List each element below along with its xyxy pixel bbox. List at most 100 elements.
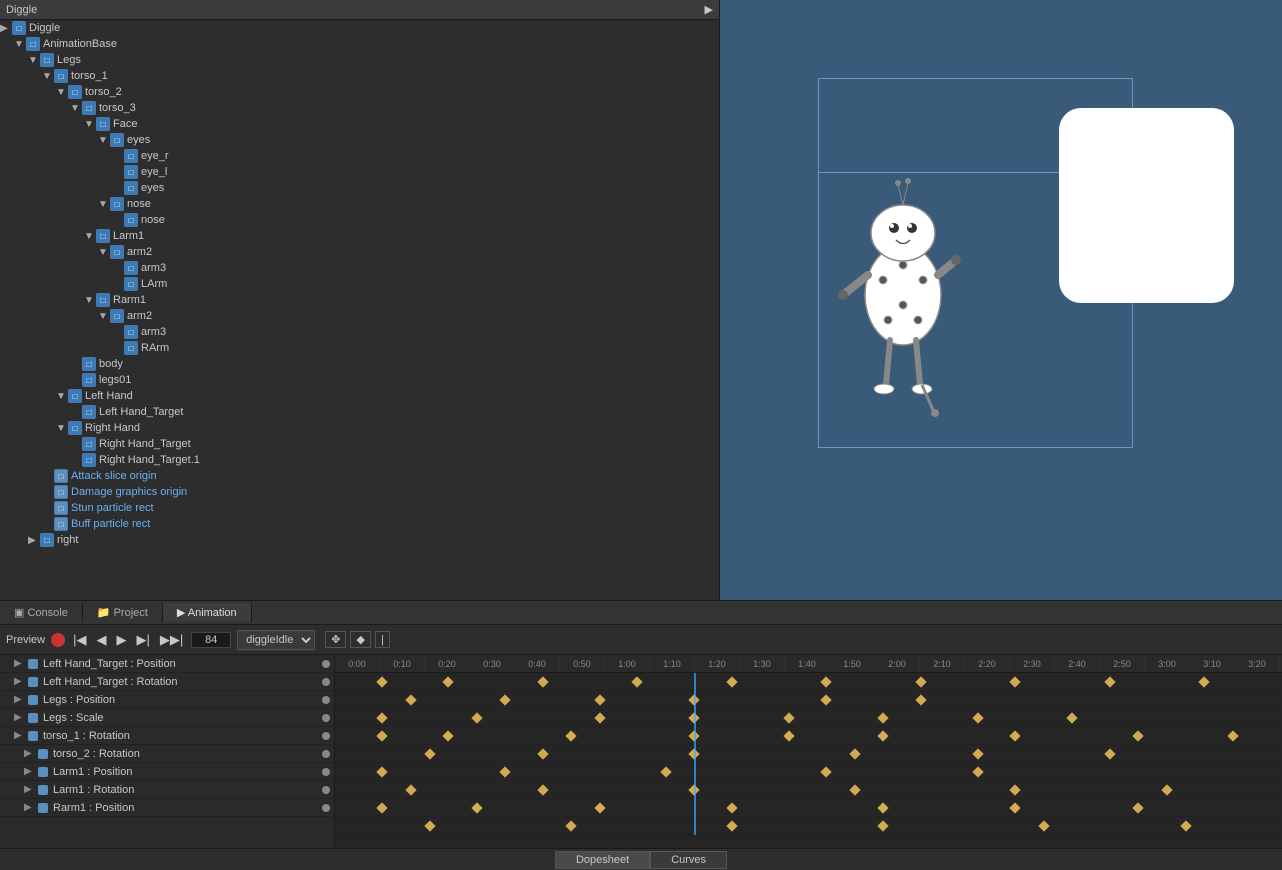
keyframe-diamond[interactable] <box>377 802 388 813</box>
tree-item-damage-graphics[interactable]: □ Damage graphics origin <box>0 484 719 500</box>
keyframe-diamond[interactable] <box>1010 802 1021 813</box>
keyframe-diamond[interactable] <box>424 820 435 831</box>
keyframe-diamond[interactable] <box>1038 820 1049 831</box>
tree-item-eye_r[interactable]: □ eye_r <box>0 148 719 164</box>
tree-item-face[interactable]: ▼ □ Face <box>0 116 719 132</box>
keyframe-diamond[interactable] <box>877 712 888 723</box>
keyframe-diamond[interactable] <box>972 766 983 777</box>
keyframe-diamond[interactable] <box>566 730 577 741</box>
tree-item-right[interactable]: ▶ □ right <box>0 532 719 548</box>
keyframe-diamond[interactable] <box>849 748 860 759</box>
keyframe-diamond[interactable] <box>726 802 737 813</box>
keyframe-diamond[interactable] <box>1010 676 1021 687</box>
tree-item-larm[interactable]: □ LArm <box>0 276 719 292</box>
keyframe-diamond[interactable] <box>537 676 548 687</box>
keyframe-diamond[interactable] <box>783 730 794 741</box>
track-row-5[interactable]: ▶ torso_2 : Rotation <box>0 745 334 763</box>
keyframe-diamond[interactable] <box>499 766 510 777</box>
hierarchy-scroll[interactable]: ▶ □ Diggle ▼ □ AnimationBase ▼ □ Legs ▼ … <box>0 20 719 596</box>
keyframe-diamond[interactable] <box>377 766 388 777</box>
track-row-0[interactable]: ▶ Left Hand_Target : Position <box>0 655 334 673</box>
keyframe-diamond[interactable] <box>632 676 643 687</box>
tree-item-eye_l[interactable]: □ eye_l <box>0 164 719 180</box>
keyframe-diamond[interactable] <box>877 820 888 831</box>
keyframe-diamond[interactable] <box>594 712 605 723</box>
keyframe-diamond[interactable] <box>915 676 926 687</box>
keyframe-diamond[interactable] <box>877 802 888 813</box>
tree-item-nose[interactable]: □ nose <box>0 212 719 228</box>
tree-item-stun-particle[interactable]: □ Stun particle rect <box>0 500 719 516</box>
keyframe-diamond[interactable] <box>1104 676 1115 687</box>
tree-item-body[interactable]: □ body <box>0 356 719 372</box>
next-frame-button[interactable]: ▶| <box>135 632 152 648</box>
track-row-1[interactable]: ▶ Left Hand_Target : Rotation <box>0 673 334 691</box>
tree-item-torso_2[interactable]: ▼ □ torso_2 <box>0 84 719 100</box>
keyframe-diamond[interactable] <box>443 676 454 687</box>
keyframe-diamond[interactable] <box>660 766 671 777</box>
tree-item-rarm[interactable]: □ RArm <box>0 340 719 356</box>
keyframe-diamond[interactable] <box>849 784 860 795</box>
tree-item-rarm1-arm2[interactable]: ▼ □ arm2 <box>0 308 719 324</box>
track-row-4[interactable]: ▶ torso_1 : Rotation <box>0 727 334 745</box>
tree-item-larm1-arm2[interactable]: ▼ □ arm2 <box>0 244 719 260</box>
keyframe-diamond[interactable] <box>726 820 737 831</box>
keyframe-diamond[interactable] <box>1133 730 1144 741</box>
move-tool-button[interactable]: ✥ <box>325 631 346 648</box>
tree-item-right-hand[interactable]: ▼ □ Right Hand <box>0 420 719 436</box>
keyframe-diamond[interactable] <box>377 730 388 741</box>
keyframe-diamond[interactable] <box>594 694 605 705</box>
dopesheet-button[interactable]: Dopesheet <box>555 851 650 869</box>
tree-item-larm1[interactable]: ▼ □ Larm1 <box>0 228 719 244</box>
keyframe-diamond[interactable] <box>443 730 454 741</box>
keyframe-diamond[interactable] <box>471 802 482 813</box>
tree-item-legs[interactable]: ▼ □ Legs <box>0 52 719 68</box>
track-row-3[interactable]: ▶ Legs : Scale <box>0 709 334 727</box>
keyframe-diamond[interactable] <box>915 694 926 705</box>
tab-animation[interactable]: ▶ Animation <box>163 603 252 622</box>
keyframe-diamond[interactable] <box>566 820 577 831</box>
tab-console[interactable]: ▣ Console <box>0 603 83 622</box>
play-button[interactable]: ▶ <box>115 632 129 648</box>
keyframe-diamond[interactable] <box>1161 784 1172 795</box>
tree-item-left-hand-target[interactable]: □ Left Hand_Target <box>0 404 719 420</box>
keyframe-diamond[interactable] <box>537 748 548 759</box>
tree-item-torso_3[interactable]: ▼ □ torso_3 <box>0 100 719 116</box>
curves-button[interactable]: Curves <box>650 851 727 869</box>
keyframe-diamond[interactable] <box>783 712 794 723</box>
keyframe-diamond[interactable] <box>972 748 983 759</box>
tree-item-left-hand[interactable]: ▼ □ Left Hand <box>0 388 719 404</box>
keyframe-diamond[interactable] <box>688 712 699 723</box>
keyframe-diamond[interactable] <box>377 712 388 723</box>
clip-select[interactable]: diggleIdle <box>237 630 315 650</box>
tab-project[interactable]: 📁 Project <box>83 603 163 622</box>
keyframe-diamond[interactable] <box>1066 712 1077 723</box>
track-row-6[interactable]: ▶ Larm1 : Position <box>0 763 334 781</box>
keyframe-diamond[interactable] <box>1010 784 1021 795</box>
goto-start-button[interactable]: |◀ <box>71 632 88 648</box>
goto-end-button[interactable]: ▶▶| <box>158 632 185 648</box>
tree-item-diggle[interactable]: ▶ □ Diggle <box>0 20 719 36</box>
keyframe-diamond[interactable] <box>972 712 983 723</box>
tree-item-right-hand-target[interactable]: □ Right Hand_Target <box>0 436 719 452</box>
keyframe-diamond[interactable] <box>688 694 699 705</box>
keyframe-diamond[interactable] <box>1227 730 1238 741</box>
keyframe-diamond[interactable] <box>594 802 605 813</box>
keyframe-diamond[interactable] <box>471 712 482 723</box>
keyframe-diamond[interactable] <box>688 748 699 759</box>
prev-frame-button[interactable]: ◀ <box>95 632 109 648</box>
keyframe-diamond[interactable] <box>688 784 699 795</box>
keyframe-diamond[interactable] <box>1199 676 1210 687</box>
keyframe-diamond[interactable] <box>405 694 416 705</box>
tree-item-buff-particle[interactable]: □ Buff particle rect <box>0 516 719 532</box>
tree-item-eyes[interactable]: ▼ □ eyes <box>0 132 719 148</box>
keyframe-diamond[interactable] <box>1104 748 1115 759</box>
tree-item-eyes2[interactable]: □ eyes <box>0 180 719 196</box>
key-tool-button[interactable]: ◆ <box>350 631 370 648</box>
track-row-7[interactable]: ▶ Larm1 : Rotation <box>0 781 334 799</box>
tree-item-legs01[interactable]: □ legs01 <box>0 372 719 388</box>
keyframe-diamond[interactable] <box>821 766 832 777</box>
keyframe-diamond[interactable] <box>877 730 888 741</box>
keyframe-diamond[interactable] <box>537 784 548 795</box>
tree-item-rarm1-arm3[interactable]: □ arm3 <box>0 324 719 340</box>
keyframe-diamond[interactable] <box>405 784 416 795</box>
